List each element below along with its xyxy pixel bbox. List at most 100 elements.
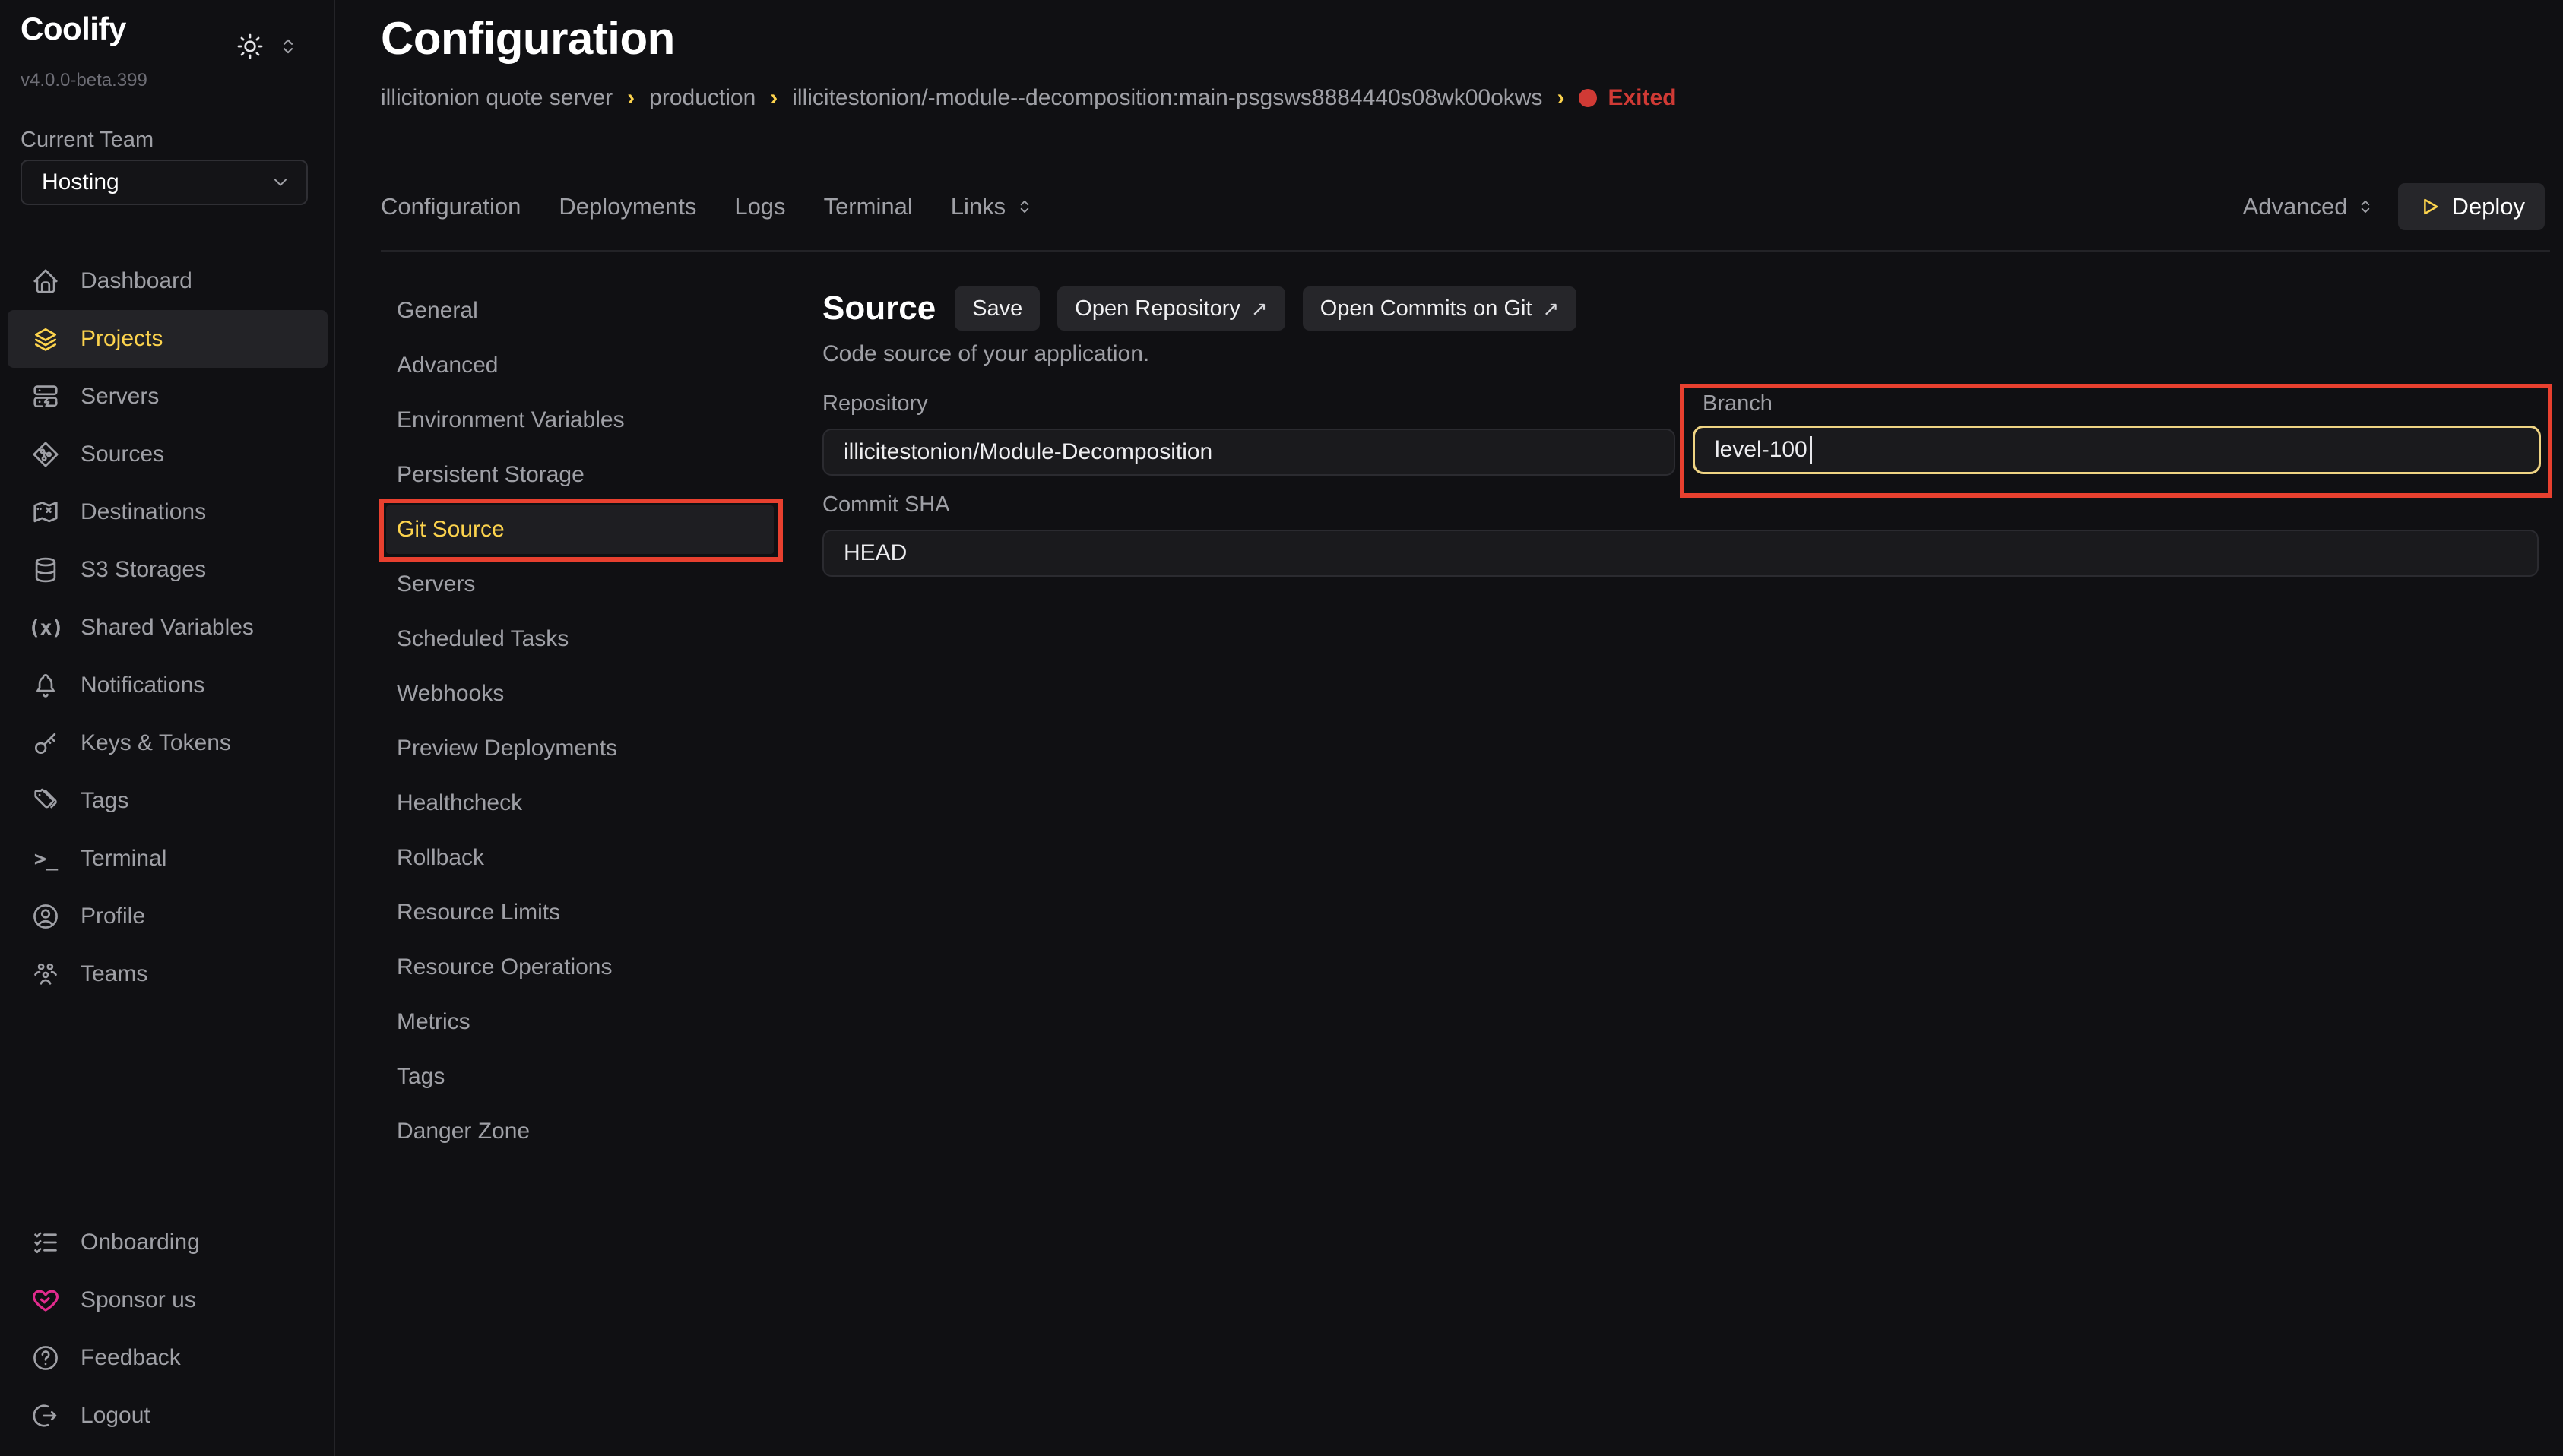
sidebar-item-s3-storages[interactable]: S3 Storages xyxy=(8,541,328,599)
logout-icon xyxy=(31,1401,60,1430)
subnav-item-resource-limits[interactable]: Resource Limits xyxy=(381,885,789,940)
source-description: Code source of your application. xyxy=(822,341,1149,367)
subnav-item-tags[interactable]: Tags xyxy=(381,1049,789,1104)
branch-input[interactable]: level-100 xyxy=(1693,426,2541,474)
advanced-label: Advanced xyxy=(2243,193,2348,220)
status-text: Exited xyxy=(1608,85,1676,111)
sidebar-item-teams[interactable]: Teams xyxy=(8,945,328,1003)
heart-icon xyxy=(31,1286,60,1315)
subnav-item-webhooks[interactable]: Webhooks xyxy=(381,666,789,721)
open-repository-button[interactable]: Open Repository ↗ xyxy=(1057,286,1285,331)
deploy-label: Deploy xyxy=(2452,193,2526,220)
sidebar-item-label: Keys & Tokens xyxy=(81,730,231,756)
sidebar-item-dashboard[interactable]: Dashboard xyxy=(8,252,328,310)
users-icon xyxy=(31,960,60,989)
sidebar-item-keys-tokens[interactable]: Keys & Tokens xyxy=(8,714,328,772)
database-icon xyxy=(31,555,60,584)
header-actions: Advanced Deploy xyxy=(2243,183,2545,230)
subnav-item-resource-operations[interactable]: Resource Operations xyxy=(381,940,789,995)
sidebar-item-label: Servers xyxy=(81,384,159,410)
advanced-dropdown[interactable]: Advanced xyxy=(2243,193,2375,220)
subnav-item-servers[interactable]: Servers xyxy=(381,557,789,612)
sidebar-item-notifications[interactable]: Notifications xyxy=(8,657,328,714)
layers-icon xyxy=(31,324,60,353)
commit-sha-input[interactable] xyxy=(822,530,2539,577)
subnav-item-persistent-storage[interactable]: Persistent Storage xyxy=(381,448,789,502)
breadcrumb-separator: › xyxy=(627,85,635,111)
main-content: Configuration illicitonion quote server … xyxy=(337,0,2563,1456)
tab-terminal[interactable]: Terminal xyxy=(824,193,913,220)
team-select-value: Hosting xyxy=(42,169,119,195)
annotation-box-branch: Branch level-100 xyxy=(1680,384,2552,498)
subnav-item-scheduled-tasks[interactable]: Scheduled Tasks xyxy=(381,612,789,666)
sidebar-item-tags[interactable]: Tags xyxy=(8,772,328,830)
chevron-down-icon xyxy=(270,172,291,193)
sidebar-item-servers[interactable]: Servers xyxy=(8,368,328,426)
page-title: Configuration xyxy=(381,12,675,65)
help-circle-icon xyxy=(31,1344,60,1372)
breadcrumb-application[interactable]: illicitestonion/-module--decomposition:m… xyxy=(792,85,1542,111)
breadcrumb: illicitonion quote server › production ›… xyxy=(381,85,1676,111)
repository-input[interactable] xyxy=(822,429,1675,476)
sidebar-item-terminal[interactable]: >_ Terminal xyxy=(8,830,328,888)
external-link-icon: ↗ xyxy=(1543,297,1560,321)
sidebar-item-sponsor[interactable]: Sponsor us xyxy=(8,1271,328,1329)
tab-configuration[interactable]: Configuration xyxy=(381,193,521,220)
tab-links[interactable]: Links xyxy=(951,193,1034,220)
sidebar-item-label: Profile xyxy=(81,904,145,929)
sidebar-item-sources[interactable]: Sources xyxy=(8,426,328,483)
tab-deployments[interactable]: Deployments xyxy=(559,193,696,220)
subnav-item-general[interactable]: General xyxy=(381,283,789,338)
subnav-item-environment-variables[interactable]: Environment Variables xyxy=(381,393,789,448)
sidebar-item-label: Dashboard xyxy=(81,268,192,294)
commit-sha-field: Commit SHA xyxy=(822,492,2539,577)
repository-label: Repository xyxy=(822,391,1675,416)
sidebar: Coolify v4.0.0-beta.399 Current Team Hos… xyxy=(0,0,335,1456)
team-select[interactable]: Hosting xyxy=(21,160,308,205)
breadcrumb-project[interactable]: illicitonion quote server xyxy=(381,85,613,111)
map-icon xyxy=(31,498,60,527)
subnav-item-rollback[interactable]: Rollback xyxy=(381,831,789,885)
breadcrumb-environment[interactable]: production xyxy=(649,85,756,111)
sidebar-item-label: Tags xyxy=(81,788,128,814)
tab-logs[interactable]: Logs xyxy=(734,193,785,220)
server-icon xyxy=(31,382,60,411)
breadcrumb-separator: › xyxy=(1557,85,1564,111)
git-source-form: Source Save Open Repository ↗ Open Commi… xyxy=(822,285,2539,817)
subnav-item-healthcheck[interactable]: Healthcheck xyxy=(381,776,789,831)
source-header: Source Save Open Repository ↗ Open Commi… xyxy=(822,285,1576,332)
header-divider xyxy=(381,250,2550,252)
subnav-item-metrics[interactable]: Metrics xyxy=(381,995,789,1049)
sidebar-item-label: Logout xyxy=(81,1403,150,1429)
sidebar-item-onboarding[interactable]: Onboarding xyxy=(8,1214,328,1271)
sidebar-item-projects[interactable]: Projects xyxy=(8,310,328,368)
sidebar-item-label: Sources xyxy=(81,442,164,467)
app-version: v4.0.0-beta.399 xyxy=(21,70,147,91)
sidebar-item-label: Sponsor us xyxy=(81,1287,196,1313)
subnav-item-preview-deployments[interactable]: Preview Deployments xyxy=(381,721,789,776)
theme-toggle-sun-icon[interactable] xyxy=(236,32,265,61)
checklist-icon xyxy=(31,1228,60,1257)
key-icon xyxy=(31,729,60,758)
git-diamond-icon xyxy=(31,440,60,469)
sidebar-item-label: Terminal xyxy=(81,846,166,872)
app-logo[interactable]: Coolify xyxy=(21,11,126,47)
breadcrumb-separator: › xyxy=(770,85,778,111)
sidebar-item-logout[interactable]: Logout xyxy=(8,1387,328,1445)
selector-chevrons-icon xyxy=(2355,197,2375,217)
subnav-item-git-source[interactable]: Git Source xyxy=(386,505,774,554)
sidebar-item-profile[interactable]: Profile xyxy=(8,888,328,945)
subnav-item-danger-zone[interactable]: Danger Zone xyxy=(381,1104,789,1159)
branch-value: level-100 xyxy=(1715,437,1807,463)
sidebar-item-label: Notifications xyxy=(81,673,204,698)
sidebar-item-shared-variables[interactable]: (x) Shared Variables xyxy=(8,599,328,657)
deploy-button[interactable]: Deploy xyxy=(2398,183,2546,230)
subnav-item-advanced[interactable]: Advanced xyxy=(381,338,789,393)
open-commits-button[interactable]: Open Commits on Git ↗ xyxy=(1303,286,1577,331)
sidebar-item-destinations[interactable]: Destinations xyxy=(8,483,328,541)
settings-subnav: General Advanced Environment Variables P… xyxy=(381,283,789,1159)
theme-selector-chevrons-icon[interactable] xyxy=(277,35,299,58)
sidebar-item-feedback[interactable]: Feedback xyxy=(8,1329,328,1387)
save-button[interactable]: Save xyxy=(955,286,1040,331)
sidebar-item-label: Shared Variables xyxy=(81,615,254,641)
